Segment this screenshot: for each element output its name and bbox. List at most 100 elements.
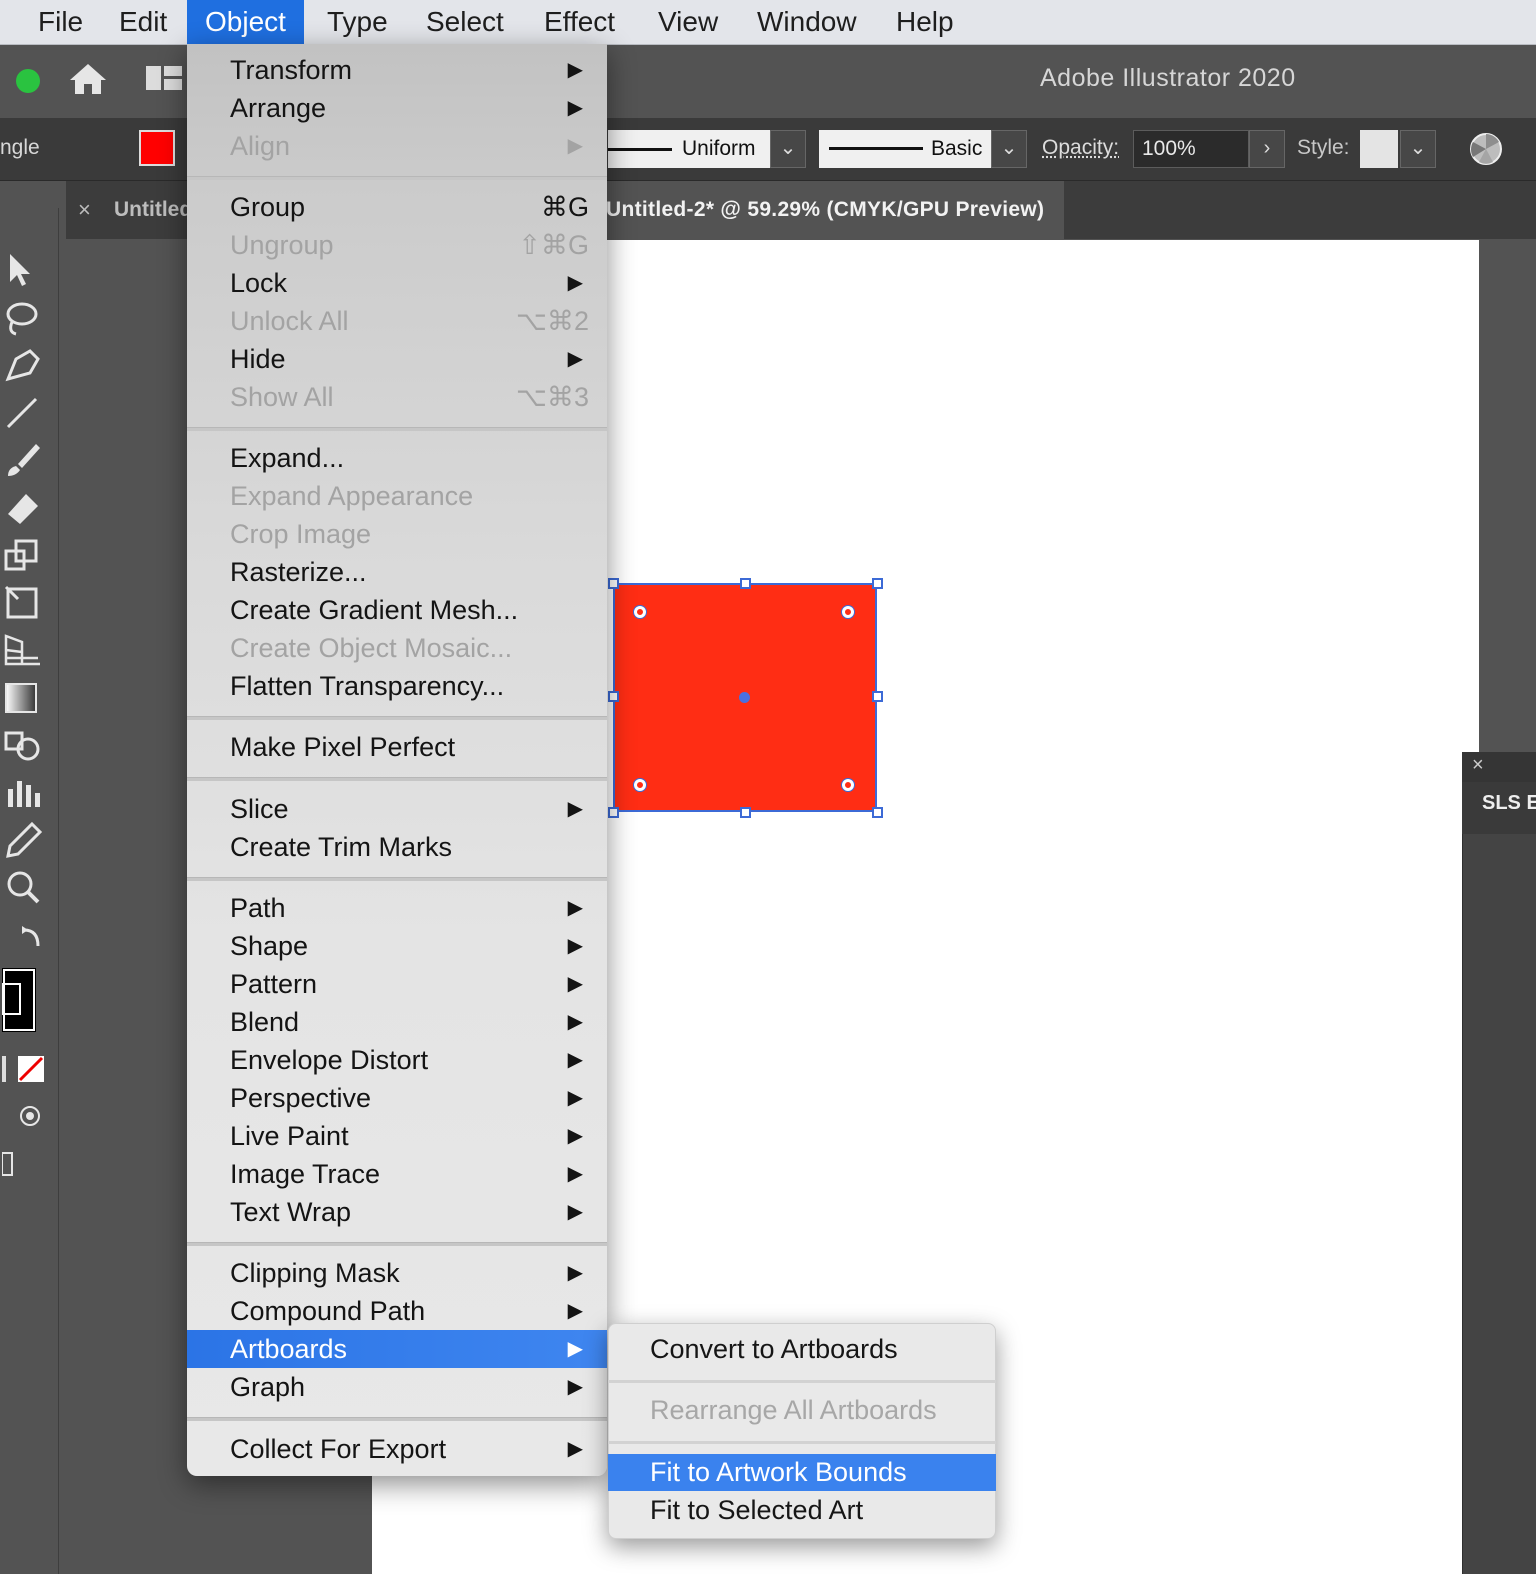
- selection-tool-icon[interactable]: [2, 250, 46, 290]
- menu-item-hide[interactable]: Hide ▶: [187, 340, 607, 378]
- swap-fill-stroke-icon[interactable]: [2, 922, 46, 962]
- menu-item-path[interactable]: Path ▶: [187, 889, 607, 927]
- chevron-down-icon[interactable]: ⌄: [991, 130, 1027, 168]
- perspective-grid-tool-icon[interactable]: [2, 630, 46, 670]
- pen-tool-icon[interactable]: [2, 345, 46, 385]
- bounding-box-handle[interactable]: [608, 691, 619, 702]
- menu-shortcut: ⌥⌘2: [515, 306, 589, 336]
- menu-separator: [187, 427, 607, 431]
- menu-help[interactable]: Help: [878, 0, 972, 44]
- menu-item-artboards[interactable]: Artboards ▶: [187, 1330, 607, 1368]
- menu-item-make-pixel-perfect[interactable]: Make Pixel Perfect: [187, 728, 607, 766]
- menu-item-rasterize[interactable]: Rasterize...: [187, 553, 607, 591]
- recolor-artwork-icon[interactable]: [1469, 132, 1503, 171]
- opacity-label[interactable]: Opacity:: [1042, 136, 1119, 160]
- line-tool-icon[interactable]: [2, 393, 46, 433]
- fill-stroke-icon[interactable]: [2, 964, 46, 1036]
- screen-mode-icon[interactable]: [2, 1145, 46, 1185]
- submenu-arrow-icon: ▶: [567, 1376, 583, 1398]
- menu-select[interactable]: Select: [408, 0, 522, 44]
- menu-item-label: Hide: [230, 344, 286, 374]
- opacity-input[interactable]: 100%: [1133, 130, 1249, 168]
- bounding-box-handle[interactable]: [872, 807, 883, 818]
- menu-item-blend[interactable]: Blend ▶: [187, 1003, 607, 1041]
- submenu-item-fit-to-selected-art[interactable]: Fit to Selected Art: [608, 1492, 996, 1529]
- menu-item-shape[interactable]: Shape ▶: [187, 927, 607, 965]
- scale-tool-icon[interactable]: [2, 535, 46, 575]
- close-icon[interactable]: ×: [78, 197, 91, 223]
- menu-item-flatten-transparency[interactable]: Flatten Transparency...: [187, 667, 607, 705]
- menu-item-arrange[interactable]: Arrange ▶: [187, 89, 607, 127]
- fill-color-swatch[interactable]: [139, 130, 175, 166]
- bounding-box-handle[interactable]: [608, 807, 619, 818]
- corner-radius-widget[interactable]: [634, 779, 646, 791]
- menu-item-slice[interactable]: Slice ▶: [187, 790, 607, 828]
- corner-radius-widget[interactable]: [842, 779, 854, 791]
- menu-item-pattern[interactable]: Pattern ▶: [187, 965, 607, 1003]
- menu-item-lock[interactable]: Lock ▶: [187, 264, 607, 302]
- menu-edit[interactable]: Edit: [101, 0, 185, 44]
- menu-item-collect-for-export[interactable]: Collect For Export ▶: [187, 1430, 607, 1468]
- menu-item-create-gradient-mesh[interactable]: Create Gradient Mesh...: [187, 591, 607, 629]
- close-icon[interactable]: ×: [1472, 754, 1484, 777]
- free-transform-tool-icon[interactable]: [2, 583, 46, 623]
- eraser-tool-icon[interactable]: [2, 488, 46, 528]
- submenu-arrow-icon: ▶: [567, 1049, 583, 1071]
- draw-mode-icon[interactable]: [2, 1098, 46, 1138]
- menu-item-label: Create Trim Marks: [230, 832, 453, 862]
- menu-shortcut: ⇧⌘G: [518, 230, 589, 260]
- menu-file[interactable]: File: [20, 0, 101, 44]
- corner-radius-widget[interactable]: [634, 606, 646, 618]
- gradient-tool-icon[interactable]: [2, 678, 46, 718]
- chevron-down-icon[interactable]: ⌄: [1400, 130, 1436, 168]
- menu-object[interactable]: Object: [187, 0, 304, 44]
- menu-item-label: Envelope Distort: [230, 1045, 429, 1075]
- menu-item-envelope-distort[interactable]: Envelope Distort ▶: [187, 1041, 607, 1079]
- window-zoom-button[interactable]: [16, 69, 40, 93]
- graph-tool-icon[interactable]: [2, 773, 46, 813]
- menu-type[interactable]: Type: [309, 0, 406, 44]
- submenu-arrow-icon: ▶: [567, 97, 583, 119]
- eyedropper-tool-icon[interactable]: [2, 820, 46, 860]
- zoom-tool-icon[interactable]: [2, 868, 46, 908]
- menu-item-expand[interactable]: Expand...: [187, 439, 607, 477]
- menu-effect[interactable]: Effect: [526, 0, 633, 44]
- brush-definition[interactable]: Basic: [819, 130, 991, 168]
- bounding-box-handle[interactable]: [740, 807, 751, 818]
- lasso-tool-icon[interactable]: [2, 298, 46, 338]
- menu-item-clipping-mask[interactable]: Clipping Mask ▶: [187, 1254, 607, 1292]
- menu-item-image-trace[interactable]: Image Trace ▶: [187, 1155, 607, 1193]
- home-icon[interactable]: [68, 62, 108, 101]
- menu-separator: [187, 716, 607, 720]
- shape-builder-tool-icon[interactable]: [2, 725, 46, 765]
- corner-radius-widget[interactable]: [842, 606, 854, 618]
- menu-separator: [608, 1441, 996, 1444]
- submenu-arrow-icon: ▶: [567, 348, 583, 370]
- menu-item-group[interactable]: Group ⌘G: [187, 188, 607, 226]
- menu-item-expand-appearance: Expand Appearance: [187, 477, 607, 515]
- menu-item-live-paint[interactable]: Live Paint ▶: [187, 1117, 607, 1155]
- bounding-box-handle[interactable]: [872, 691, 883, 702]
- menu-view[interactable]: View: [640, 0, 736, 44]
- graphic-style-swatch[interactable]: [1360, 130, 1398, 168]
- bounding-box-handle[interactable]: [872, 578, 883, 589]
- workspace-layout-icon[interactable]: [146, 64, 182, 97]
- brush-preview: [829, 147, 923, 150]
- paintbrush-tool-icon[interactable]: [2, 440, 46, 480]
- menu-item-label: Lock: [230, 268, 288, 298]
- menu-item-text-wrap[interactable]: Text Wrap ▶: [187, 1193, 607, 1231]
- variable-width-profile[interactable]: Uniform: [608, 130, 770, 168]
- menu-item-compound-path[interactable]: Compound Path ▶: [187, 1292, 607, 1330]
- chevron-down-icon[interactable]: ⌄: [770, 130, 806, 168]
- chevron-right-icon[interactable]: ›: [1249, 130, 1285, 168]
- menu-window[interactable]: Window: [739, 0, 875, 44]
- menu-item-perspective[interactable]: Perspective ▶: [187, 1079, 607, 1117]
- submenu-item-convert-to-artboards[interactable]: Convert to Artboards: [608, 1331, 996, 1368]
- menu-item-graph[interactable]: Graph ▶: [187, 1368, 607, 1406]
- menu-item-create-trim-marks[interactable]: Create Trim Marks: [187, 828, 607, 866]
- bounding-box-handle[interactable]: [740, 578, 751, 589]
- bounding-box-handle[interactable]: [608, 578, 619, 589]
- menu-item-transform[interactable]: Transform ▶: [187, 51, 607, 89]
- submenu-item-fit-to-artwork-bounds[interactable]: Fit to Artwork Bounds: [608, 1454, 996, 1491]
- none-color-icon[interactable]: [2, 1050, 46, 1090]
